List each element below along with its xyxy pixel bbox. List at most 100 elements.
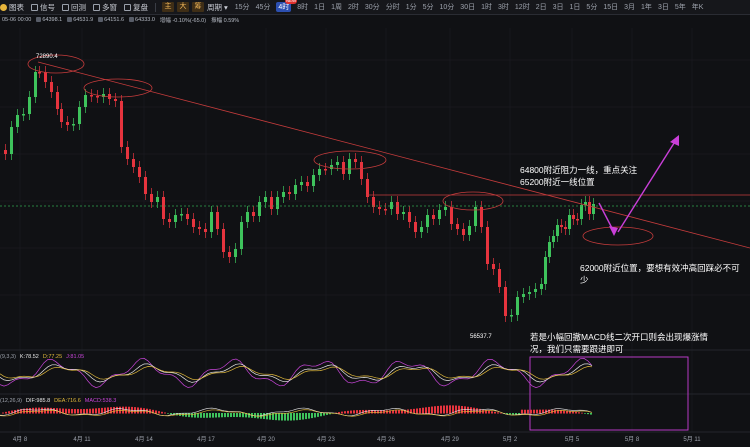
macd-bar <box>29 407 31 414</box>
candle-body <box>56 92 59 109</box>
macd-bar <box>527 409 529 414</box>
candle-body <box>276 197 279 209</box>
price-chart[interactable] <box>0 0 750 447</box>
macd-bar <box>95 408 97 414</box>
candle-body <box>312 175 315 186</box>
candle-body <box>426 215 429 227</box>
candle-body <box>270 197 273 209</box>
macd-bar <box>287 413 289 421</box>
candle-body <box>592 204 595 214</box>
candle-body <box>378 207 381 209</box>
macd-bar <box>311 413 313 419</box>
analysis-overlays <box>0 54 750 431</box>
macd-bar <box>296 413 298 421</box>
macd-bar <box>122 406 124 414</box>
candle-body <box>174 215 177 222</box>
macd-bar <box>203 413 205 418</box>
candle-body <box>78 107 81 124</box>
macd-bar <box>299 413 301 420</box>
macd-bar <box>242 413 244 418</box>
macd-bar <box>200 413 202 418</box>
d-line <box>0 366 593 381</box>
x-tick-label: 4月 14 <box>135 437 153 443</box>
candle-body <box>504 287 507 316</box>
macd-bar <box>68 408 70 414</box>
candle-body <box>568 215 571 229</box>
macd-bar <box>74 409 76 414</box>
candle-body <box>132 159 135 167</box>
macd-bar <box>230 413 232 418</box>
macd-bar <box>350 410 352 414</box>
macd-bar <box>71 408 73 414</box>
candle-body <box>354 159 357 162</box>
macd-bar <box>413 408 415 414</box>
macd-bar <box>92 408 94 414</box>
macd-bar <box>338 412 340 414</box>
kdj-legend: (9,3,3) K:78.52 D:77.25 J:81.05 <box>0 354 85 360</box>
indicator-highlight-box <box>529 356 689 431</box>
candle-body <box>360 162 363 179</box>
candle-body <box>534 289 537 292</box>
macd-legend: (12,26,9) DIF:985.8 DEA:716.6 MACD:538.3 <box>0 398 117 404</box>
candle-body <box>44 72 47 82</box>
macd-bar <box>554 409 556 414</box>
macd-bar <box>38 407 40 414</box>
support-ellipse <box>582 226 654 246</box>
candle-body <box>138 167 141 177</box>
candle-body <box>264 197 267 202</box>
candle-body <box>462 229 465 235</box>
candle-body <box>168 219 171 222</box>
candle-body <box>528 292 531 294</box>
candle-body <box>90 95 93 97</box>
low-price-label: 56537.7 <box>470 334 492 340</box>
x-tick-label: 4月 11 <box>73 437 91 443</box>
macd-bar <box>83 408 85 414</box>
macd-bar <box>164 412 166 414</box>
macd-bar <box>89 408 91 414</box>
macd-bar <box>353 410 355 414</box>
macd-bar <box>473 407 475 414</box>
macd-bar <box>323 413 325 416</box>
candle-body <box>150 194 153 202</box>
macd-bar <box>80 409 82 414</box>
macd-bar <box>281 413 283 421</box>
candle-body <box>396 202 399 214</box>
macd-bar <box>239 413 241 418</box>
macd-bar <box>524 409 526 414</box>
x-tick-label: 4月 26 <box>377 437 395 443</box>
macd-bar <box>578 412 580 414</box>
candle-body <box>318 169 321 175</box>
macd-bar <box>50 407 52 414</box>
macd-bar <box>581 412 583 414</box>
macd-bar <box>215 413 217 418</box>
candle-body <box>240 222 243 249</box>
candle-body <box>516 297 519 315</box>
up-arrow-head <box>670 135 679 146</box>
macd-bar <box>425 407 427 414</box>
macd-bar <box>158 411 160 414</box>
macd-bar <box>59 408 61 414</box>
macd-bar <box>482 409 484 414</box>
macd-bar <box>356 410 358 414</box>
macd-bar <box>530 409 532 414</box>
macd-bar <box>305 413 307 420</box>
macd-bar <box>278 413 280 421</box>
candle-body <box>342 162 345 174</box>
macd-bar <box>497 412 499 414</box>
macd-bar <box>317 413 319 417</box>
macd-bar <box>224 413 226 418</box>
candle-body <box>156 197 159 202</box>
candle-body <box>228 252 231 257</box>
macd-bar <box>65 408 67 414</box>
candle-body <box>348 159 351 174</box>
macd-bar <box>227 413 229 418</box>
macd-bar <box>191 413 193 418</box>
resistance-annotation: 64800附近阻力一线，重点关注65200附近一线位置 <box>520 165 638 187</box>
macd-bar <box>41 407 43 414</box>
candle-body <box>492 264 495 269</box>
macd-bar <box>170 413 172 415</box>
candle-body <box>84 95 87 107</box>
candle-body <box>282 192 285 197</box>
candle-body <box>576 219 579 221</box>
macd-bar <box>77 409 79 414</box>
